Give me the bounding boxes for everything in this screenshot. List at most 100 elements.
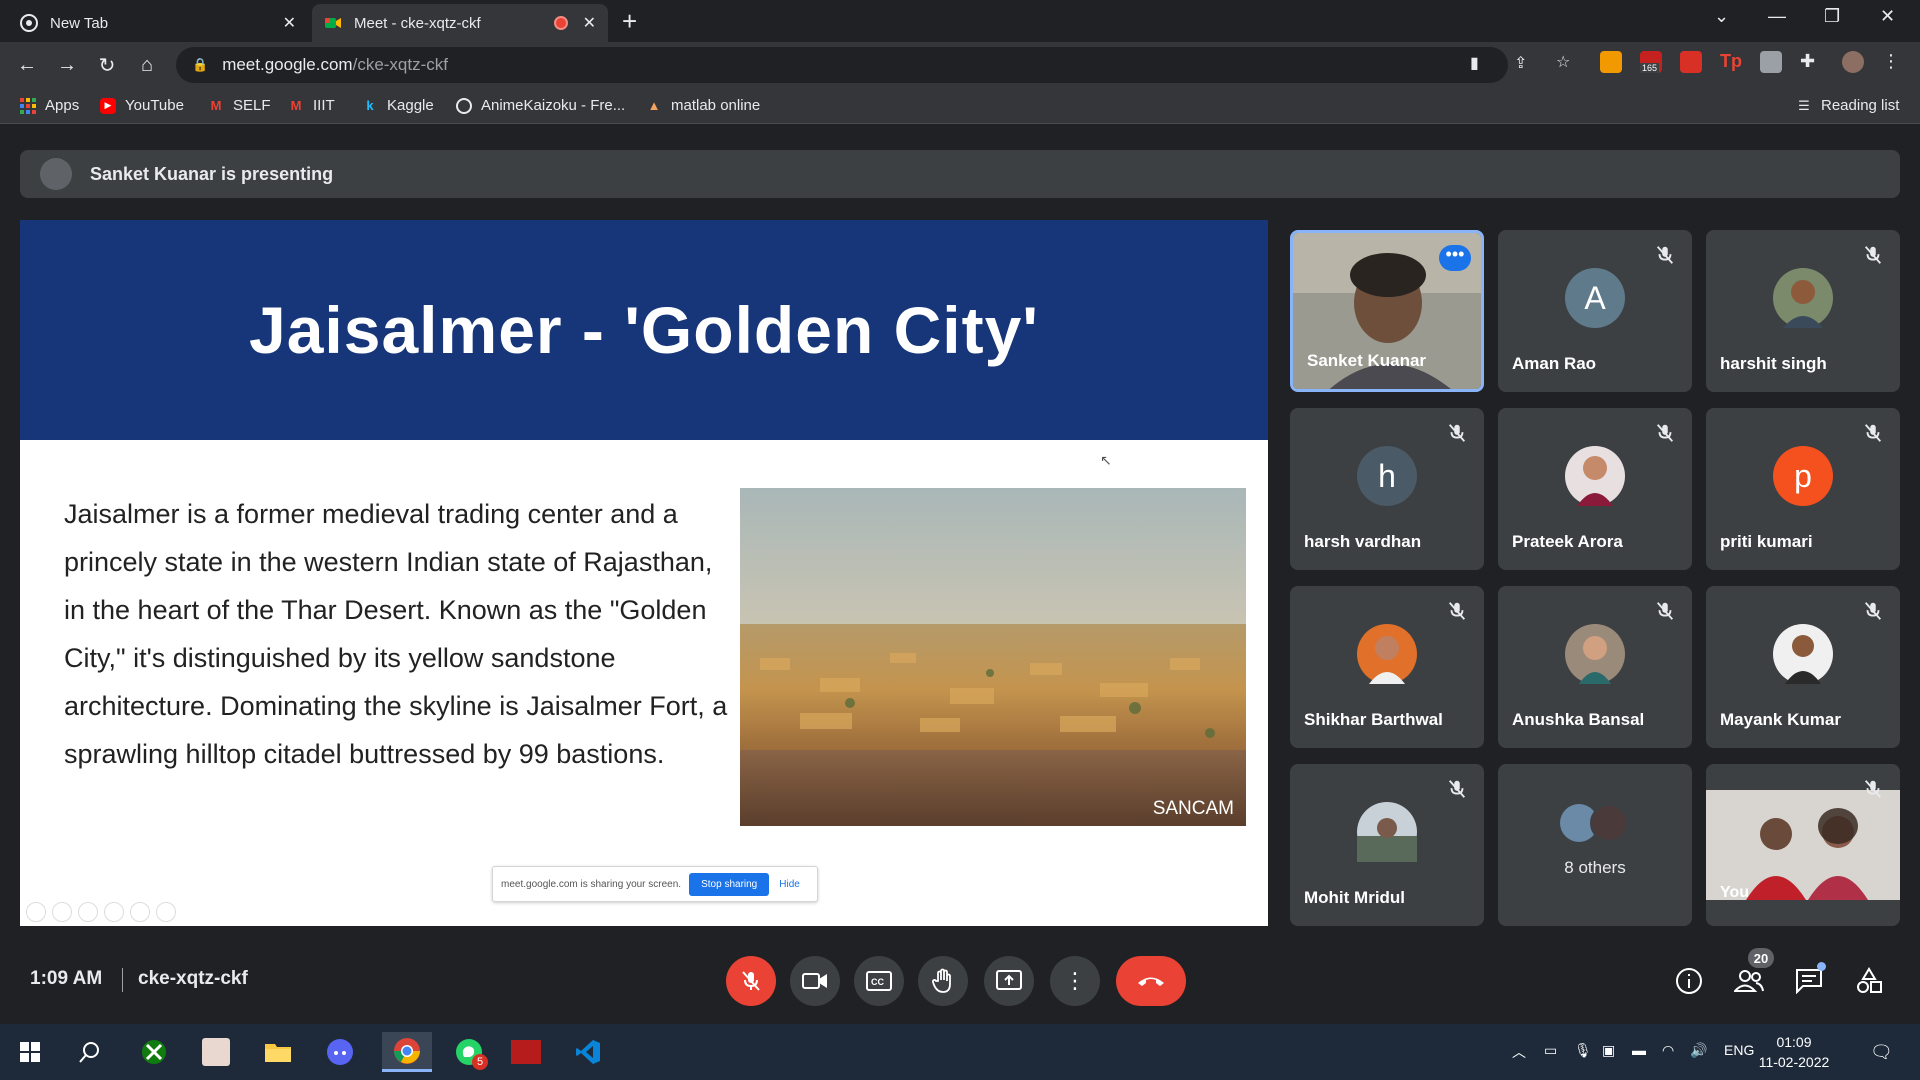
bookmark-matlab[interactable]: ▲ matlab online xyxy=(646,97,761,114)
puzzle-extensions-icon[interactable]: ✚ xyxy=(1800,51,1822,73)
wifi-icon[interactable]: ◠ xyxy=(1662,1042,1674,1059)
hide-notice-button[interactable]: Hide xyxy=(779,879,800,890)
close-tab-icon[interactable]: ✕ xyxy=(583,13,596,33)
whatsapp-icon[interactable]: 5 xyxy=(446,1032,492,1072)
tab-meet[interactable]: Meet - cke-xqtz-ckf ✕ xyxy=(312,4,608,42)
zoom-icon[interactable] xyxy=(130,902,150,922)
present-now-button[interactable] xyxy=(984,956,1034,1006)
close-tab-icon[interactable]: ✕ xyxy=(283,13,296,33)
bookmark-youtube[interactable]: ▶ YouTube xyxy=(100,97,184,114)
bookmark-kaggle[interactable]: k Kaggle xyxy=(362,97,433,114)
captions-button[interactable]: CC xyxy=(854,956,904,1006)
forward-arrow-icon[interactable]: → xyxy=(54,52,80,78)
extension-icon[interactable] xyxy=(1600,51,1622,73)
toggle-mic-button[interactable] xyxy=(726,956,776,1006)
reading-list-button[interactable]: ☰ Reading list xyxy=(1796,97,1899,114)
youtube-icon: ▶ xyxy=(100,97,116,114)
prev-slide-icon[interactable] xyxy=(26,902,46,922)
participant-tile-anushka-bansal[interactable]: Anushka Bansal xyxy=(1498,586,1692,748)
browser-tab-strip: New Tab ✕ Meet - cke-xqtz-ckf ✕ + ⌄ — ❐ … xyxy=(0,0,1920,42)
people-button[interactable] xyxy=(1734,966,1764,996)
participant-tile-others[interactable]: 8 others xyxy=(1498,764,1692,926)
discord-icon[interactable] xyxy=(320,1032,360,1072)
chrome-menu-icon[interactable]: ⋮ xyxy=(1882,51,1904,73)
profile-avatar[interactable] xyxy=(1842,51,1864,73)
back-arrow-icon[interactable]: ← xyxy=(14,52,40,78)
mouse-cursor-icon: ↖ xyxy=(1100,452,1112,468)
battery-icon[interactable]: ▬ xyxy=(1632,1042,1646,1058)
participant-tile-priti-kumari[interactable]: p priti kumari xyxy=(1706,408,1900,570)
next-slide-icon[interactable] xyxy=(52,902,72,922)
share-icon[interactable]: ⇪ xyxy=(1514,53,1527,73)
presentation-screen[interactable]: Jaisalmer - 'Golden City' Jaisalmer is a… xyxy=(20,220,1268,926)
participant-tile-sanket-kuanar[interactable]: ••• Sanket Kuanar xyxy=(1290,230,1484,392)
jaisalmer-photo: SANCAM xyxy=(740,488,1246,826)
toggle-camera-button[interactable] xyxy=(790,956,840,1006)
notifications-icon[interactable]: 🗨 xyxy=(1870,1042,1893,1063)
windows-taskbar: 5 ︿ ▭ 🎙 ▣ ▬ ◠ 🔊 ENG 01:09 11-02-2022 🗨 xyxy=(0,1024,1920,1080)
bookmark-star-icon[interactable]: ☆ xyxy=(1556,52,1570,72)
stop-sharing-button[interactable]: Stop sharing xyxy=(689,872,770,896)
people-icon xyxy=(1734,970,1764,992)
tray-chevron-icon[interactable]: ︿ xyxy=(1512,1042,1526,1062)
extension-icon[interactable] xyxy=(1680,51,1702,73)
xbox-icon[interactable] xyxy=(134,1032,174,1072)
bookmark-apps[interactable]: Apps xyxy=(20,97,79,114)
tray-display-icon[interactable]: ▣ xyxy=(1602,1042,1615,1059)
share-notice-text: meet.google.com is sharing your screen. xyxy=(501,878,682,890)
apps-grid-icon xyxy=(20,97,36,114)
tab-search-chevron-icon[interactable]: ⌄ xyxy=(1714,6,1729,27)
extension-badge-icon[interactable]: 165 xyxy=(1640,51,1662,73)
participant-tile-harshit-singh[interactable]: harshit singh xyxy=(1706,230,1900,392)
participant-tile-harsh-vardhan[interactable]: h harsh vardhan xyxy=(1290,408,1484,570)
bookmark-iiit[interactable]: M IIIT xyxy=(288,97,335,114)
chat-icon xyxy=(1796,969,1822,994)
meeting-time: 1:09 AM xyxy=(30,968,103,989)
participant-tile-you[interactable]: You xyxy=(1706,764,1900,926)
tray-camera-icon[interactable]: ▭ xyxy=(1544,1042,1557,1059)
extension-icon[interactable]: Tp xyxy=(1720,51,1742,73)
volume-icon[interactable]: 🔊 xyxy=(1690,1042,1707,1059)
more-options-icon[interactable]: ••• xyxy=(1439,245,1471,271)
tab-title: New Tab xyxy=(50,14,109,32)
chrome-taskbar-icon[interactable] xyxy=(382,1032,432,1072)
restore-icon[interactable]: ❐ xyxy=(1824,6,1840,27)
activities-button[interactable] xyxy=(1854,966,1884,996)
participant-tile-shikhar-barthwal[interactable]: Shikhar Barthwal xyxy=(1290,586,1484,748)
extension-icon[interactable] xyxy=(1760,51,1782,73)
search-icon[interactable] xyxy=(70,1032,110,1072)
raise-hand-button[interactable] xyxy=(918,956,968,1006)
pen-icon[interactable] xyxy=(78,902,98,922)
bookmark-animekaizoku[interactable]: AnimeKaizoku - Fre... xyxy=(456,97,625,114)
window-close-icon[interactable]: ✕ xyxy=(1880,6,1895,27)
home-icon[interactable]: ⌂ xyxy=(134,52,160,78)
copy-icon[interactable] xyxy=(104,902,124,922)
vscode-icon[interactable] xyxy=(568,1032,608,1072)
camera-in-use-icon[interactable]: ▮ xyxy=(1470,53,1479,73)
more-options-button[interactable]: ⋮ xyxy=(1050,956,1100,1006)
participant-tile-prateek-arora[interactable]: Prateek Arora xyxy=(1498,408,1692,570)
bookmark-self[interactable]: M SELF xyxy=(208,97,271,114)
anime-app-icon[interactable] xyxy=(196,1032,236,1072)
chat-button[interactable] xyxy=(1794,962,1826,996)
mic-muted-icon xyxy=(1448,424,1466,442)
animekaizoku-icon xyxy=(456,97,472,114)
matlab-icon: ▲ xyxy=(647,98,661,113)
participant-tile-aman-rao[interactable]: A Aman Rao xyxy=(1498,230,1692,392)
meeting-details-button[interactable] xyxy=(1674,966,1704,996)
windows-start-icon[interactable] xyxy=(10,1032,50,1072)
tray-mic-icon[interactable]: 🎙 xyxy=(1574,1042,1592,1059)
participant-tile-mohit-mridul[interactable]: Mohit Mridul xyxy=(1290,764,1484,926)
new-tab-plus-icon[interactable]: + xyxy=(622,6,637,37)
info-icon xyxy=(1676,968,1702,994)
minimize-icon[interactable]: — xyxy=(1768,6,1786,27)
tab-new-tab[interactable]: New Tab ✕ xyxy=(8,4,308,42)
participant-tile-mayank-kumar[interactable]: Mayank Kumar xyxy=(1706,586,1900,748)
reload-icon[interactable]: ↻ xyxy=(94,52,120,78)
taskbar-clock[interactable]: 01:09 11-02-2022 xyxy=(1744,1032,1844,1072)
file-explorer-icon[interactable] xyxy=(258,1032,298,1072)
address-bar[interactable]: 🔒 meet.google.com/cke-xqtz-ckf ▮ ⇪ ☆ xyxy=(176,47,1570,83)
more-icon[interactable] xyxy=(156,902,176,922)
game-app-icon[interactable] xyxy=(506,1032,546,1072)
leave-call-button[interactable] xyxy=(1116,956,1186,1006)
